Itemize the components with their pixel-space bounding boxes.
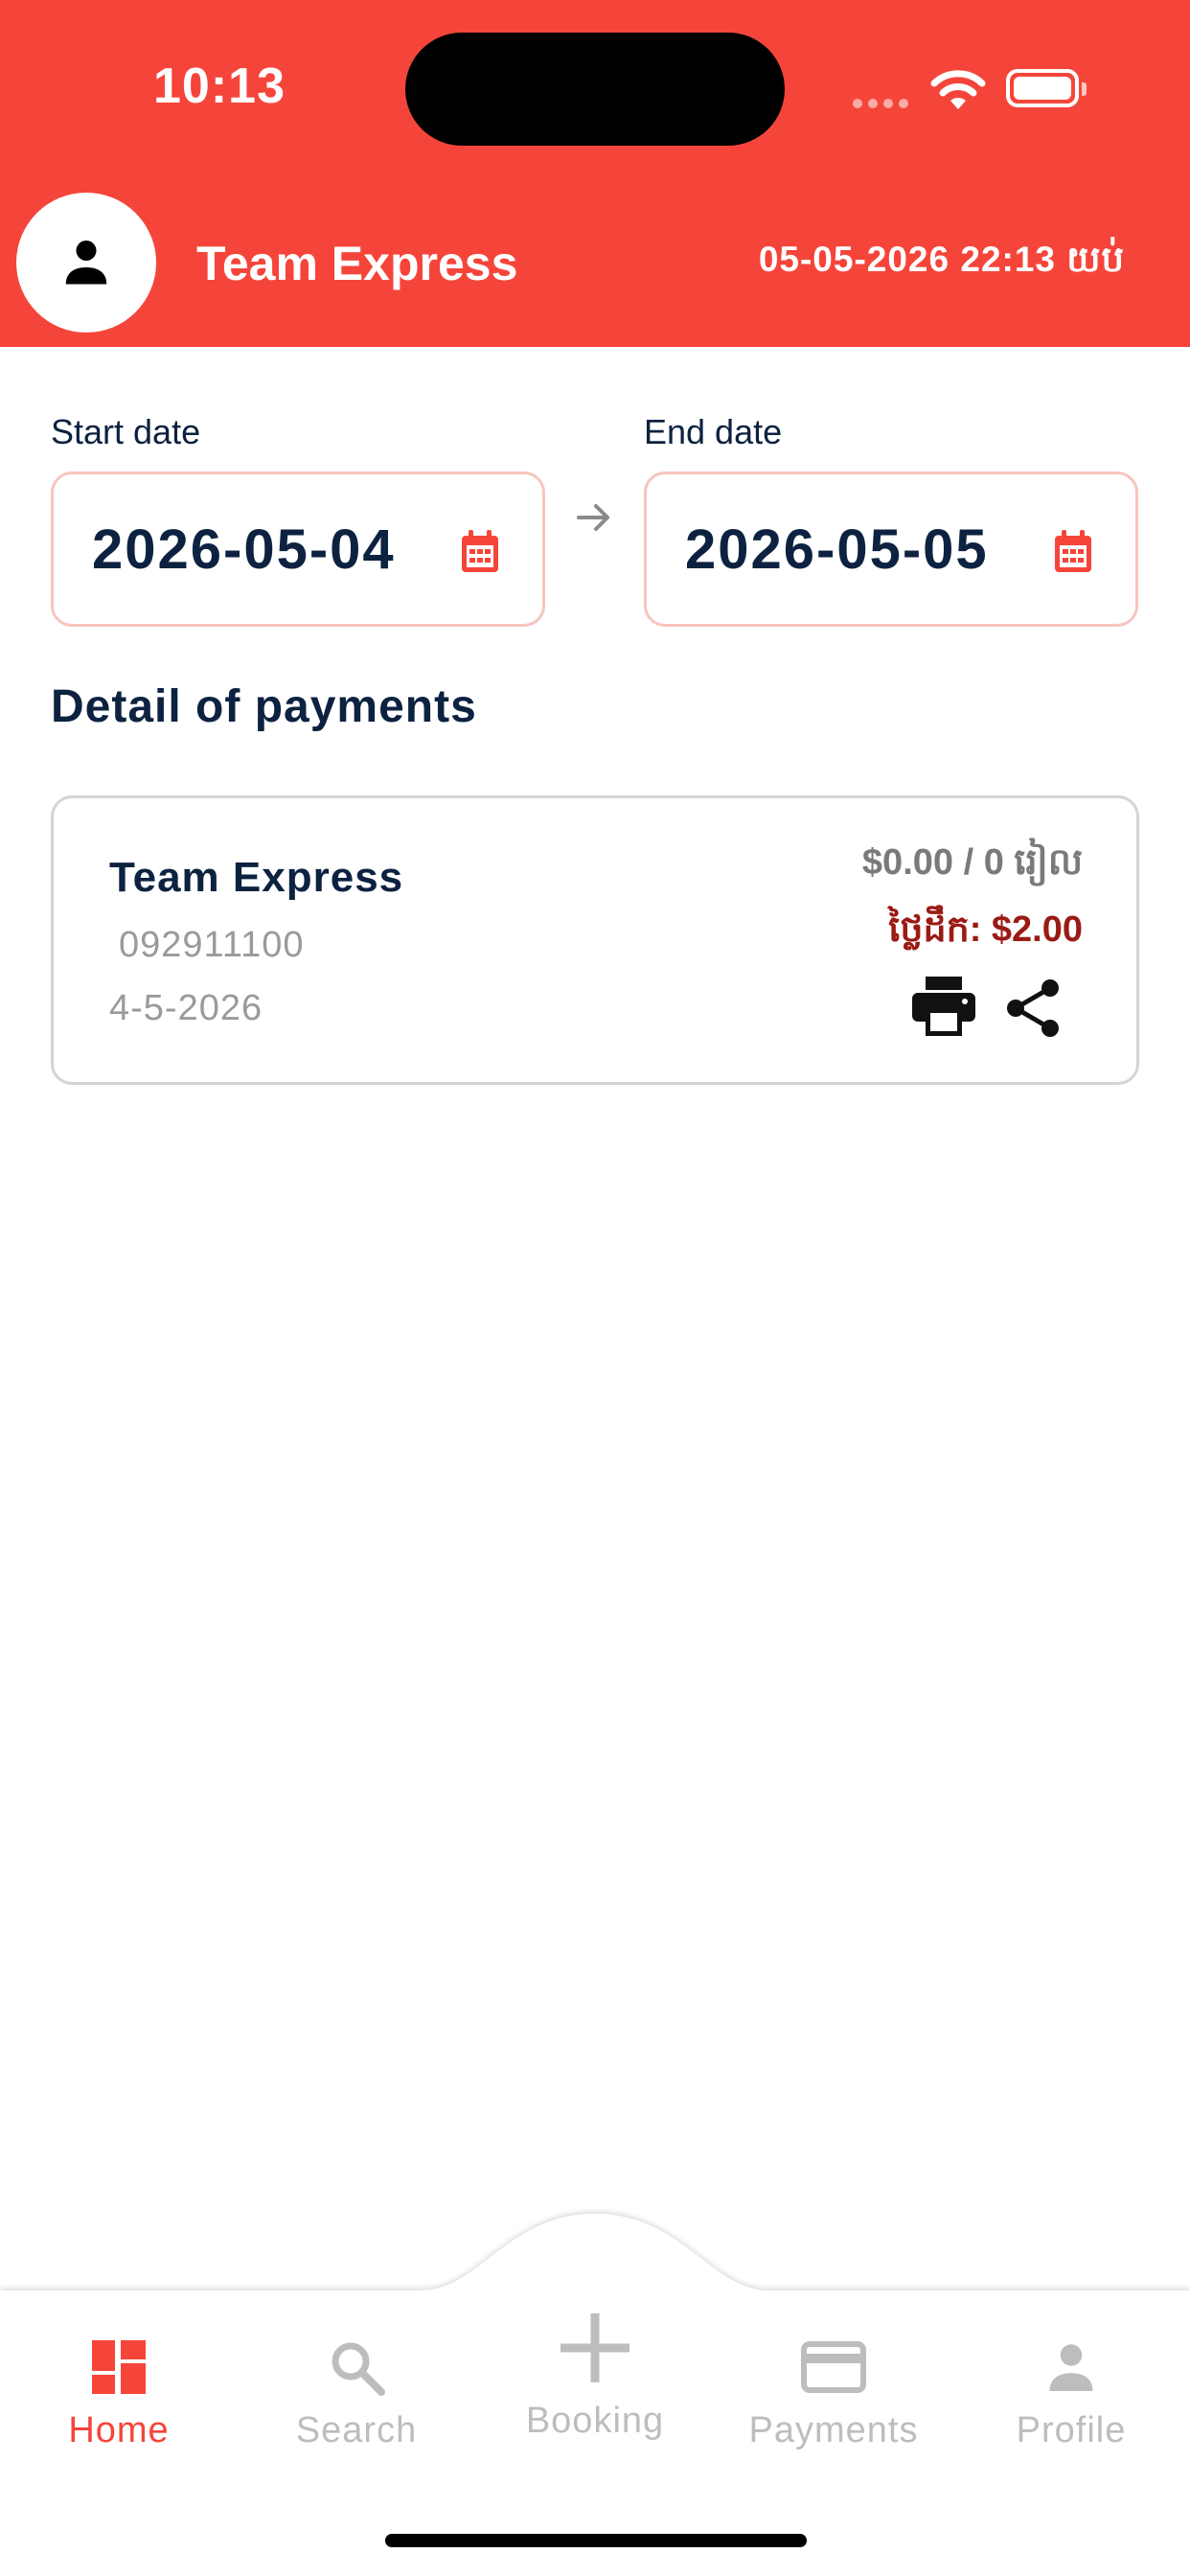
calendar-icon (1055, 530, 1091, 572)
share-icon[interactable] (1002, 977, 1064, 1040)
search-icon (332, 2342, 385, 2396)
dynamic-island (405, 33, 785, 146)
credit-card-icon (801, 2341, 866, 2393)
print-icon[interactable] (912, 977, 975, 1036)
tab-home-label: Home (68, 2410, 170, 2450)
end-date-value: 2026-05-05 (685, 518, 989, 581)
tab-booking-label: Booking (525, 2401, 665, 2441)
home-indicator (385, 2534, 807, 2547)
tab-payments[interactable]: Payments (738, 2338, 929, 2451)
tab-home[interactable]: Home (23, 2338, 215, 2451)
start-date-label: Start date (51, 412, 201, 451)
plus-icon (561, 2313, 629, 2382)
tab-search-label: Search (295, 2410, 418, 2450)
status-time: 10:13 (153, 58, 286, 114)
payment-amount: $0.00 / 0 រៀល (861, 842, 1083, 883)
tab-search[interactable]: Search (261, 2338, 452, 2451)
tab-payments-label: Payments (748, 2410, 919, 2450)
payment-date: 4-5-2026 (109, 988, 263, 1028)
section-title: Detail of payments (51, 681, 477, 732)
start-date-value: 2026-05-04 (92, 518, 396, 581)
end-date-label: End date (644, 412, 783, 451)
end-date-field[interactable]: 2026-05-05 (644, 472, 1138, 627)
dashboard-icon (92, 2340, 146, 2394)
header-title: Team Express (196, 237, 518, 290)
payment-card[interactable]: Team Express 092911100 4-5-2026 $0.00 / … (51, 795, 1139, 1085)
app-header: 10:13 Team Express 05-05-2026 22:13 យប់ (0, 0, 1190, 347)
calendar-icon (462, 530, 498, 572)
person-icon (1049, 2344, 1093, 2391)
start-date-field[interactable]: 2026-05-04 (51, 472, 545, 627)
delivery-fee: ថ្លៃដឹក: $2.00 (888, 909, 1083, 950)
tab-profile[interactable]: Profile (975, 2338, 1167, 2451)
header-datetime: 05-05-2026 22:13 យប់ (758, 240, 1125, 279)
payment-customer-name: Team Express (109, 854, 404, 901)
wifi-icon (930, 70, 986, 109)
cellular-signal-icon (853, 96, 914, 113)
tab-profile-label: Profile (1016, 2410, 1127, 2450)
payment-phone: 092911100 (119, 925, 305, 965)
arrow-right-icon (577, 504, 609, 531)
avatar[interactable] (16, 193, 156, 333)
battery-icon (1006, 69, 1087, 107)
person-icon (65, 241, 107, 285)
tab-booking[interactable]: Booking (499, 2310, 691, 2442)
